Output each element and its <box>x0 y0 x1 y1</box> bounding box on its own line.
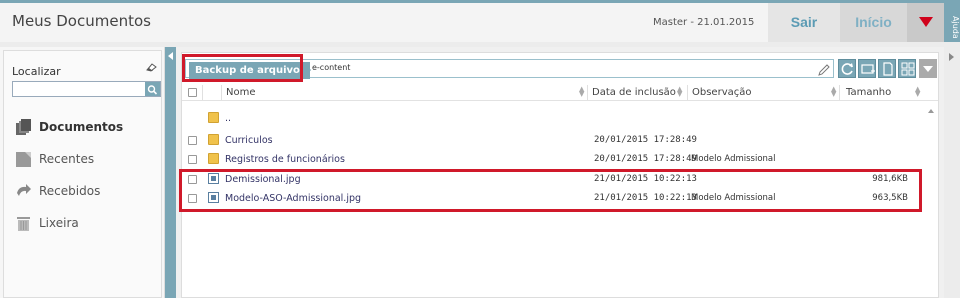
table-row[interactable]: Registros de funcionários 20/01/2015 17:… <box>182 151 922 169</box>
file-name[interactable]: Registros de funcionários <box>225 154 345 165</box>
highlight-breadcrumb <box>182 54 303 82</box>
caret-down-icon <box>923 66 933 72</box>
sort-icon[interactable]: ▲ ▼ <box>677 86 682 98</box>
refresh-icon <box>841 63 853 75</box>
received-icon <box>17 184 31 196</box>
page-title: Meus Documentos <box>12 12 151 30</box>
chevron-left-icon <box>168 52 173 60</box>
logout-button[interactable]: Sair <box>768 3 840 42</box>
column-header-tamanho[interactable]: Tamanho <box>846 87 891 98</box>
vertical-scrollbar[interactable] <box>924 103 938 297</box>
column-header-observacao[interactable]: Observação <box>692 87 751 98</box>
sort-icon[interactable]: ▲ ▼ <box>579 86 584 98</box>
session-info: Master - 21.01.2015 <box>653 17 755 28</box>
breadcrumb-arrow-icon <box>303 62 311 79</box>
row-checkbox[interactable] <box>188 155 197 164</box>
new-folder-button[interactable] <box>858 59 876 78</box>
sidebar-panel: Localizar Documentos Recentes Recebidos … <box>3 50 162 298</box>
help-tab[interactable]: Ajuda <box>944 3 960 45</box>
column-header-nome[interactable]: Nome <box>226 87 256 98</box>
refresh-button[interactable] <box>838 59 856 78</box>
sort-icon[interactable]: ▲ ▼ <box>915 86 920 98</box>
sidebar: Localizar Documentos Recentes Recebidos … <box>0 47 165 298</box>
search-input[interactable] <box>12 81 161 97</box>
folder-icon <box>208 134 219 145</box>
new-folder-icon <box>861 64 875 74</box>
toolbar-more-dropdown[interactable] <box>919 59 937 78</box>
breadcrumb-path: e-content <box>312 63 351 72</box>
sidebar-item-label: Recentes <box>39 152 95 166</box>
chevron-right-icon <box>949 53 954 61</box>
sidebar-collapse-handle[interactable] <box>165 47 176 298</box>
table-row[interactable]: .. <box>182 110 922 128</box>
search-button[interactable] <box>145 82 160 96</box>
folder-icon <box>208 112 219 123</box>
table-row[interactable]: Curriculos 20/01/2015 17:28:49 <box>182 132 922 150</box>
grid-view-button[interactable] <box>898 59 916 78</box>
file-name[interactable]: .. <box>225 113 231 124</box>
menu-dropdown-button[interactable] <box>907 3 944 42</box>
search-label: Localizar <box>12 65 61 78</box>
documents-icon <box>16 119 31 135</box>
column-separator <box>587 85 588 100</box>
file-date: 20/01/2015 17:28:49 <box>594 154 697 164</box>
table-header: Nome ▲ ▼ Data de inclusão ▲ ▼ Observação ▲… <box>182 83 938 101</box>
new-file-icon <box>883 62 893 76</box>
caret-down-icon <box>919 17 933 27</box>
file-observation: Modelo Admissional <box>691 154 776 164</box>
eraser-icon[interactable] <box>145 62 157 72</box>
sidebar-item-label: Recebidos <box>39 184 101 198</box>
upload-file-button[interactable] <box>878 59 896 78</box>
trash-icon <box>17 217 30 231</box>
home-button[interactable]: Início <box>840 3 907 42</box>
row-checkbox[interactable] <box>188 136 197 145</box>
sort-icon[interactable]: ▲ ▼ <box>831 86 836 98</box>
column-header-data[interactable]: Data de inclusão <box>592 87 676 98</box>
sidebar-item-documentos[interactable]: Documentos <box>15 118 165 140</box>
column-separator <box>687 85 688 100</box>
grid-view-icon <box>901 62 915 76</box>
sidebar-item-label: Lixeira <box>39 216 79 230</box>
folder-icon <box>208 153 219 164</box>
column-separator <box>221 85 222 100</box>
sidebar-item-label: Documentos <box>39 120 124 134</box>
highlight-image-files <box>179 169 922 212</box>
file-date: 20/01/2015 17:28:49 <box>594 135 697 145</box>
sidebar-item-lixeira[interactable]: Lixeira <box>15 214 165 236</box>
pencil-icon[interactable] <box>818 64 830 76</box>
column-separator <box>839 85 840 100</box>
right-panel-collapse-handle[interactable] <box>944 47 960 298</box>
recent-icon <box>16 152 31 167</box>
file-name[interactable]: Curriculos <box>225 135 273 146</box>
sidebar-item-recebidos[interactable]: Recebidos <box>15 182 165 204</box>
select-all-checkbox[interactable] <box>188 88 197 97</box>
top-header: Meus Documentos Master - 21.01.2015 Sair… <box>0 0 960 45</box>
search-icon <box>147 85 158 95</box>
column-separator <box>202 85 203 100</box>
sidebar-item-recentes[interactable]: Recentes <box>15 150 165 172</box>
scroll-up-icon[interactable] <box>928 109 934 113</box>
